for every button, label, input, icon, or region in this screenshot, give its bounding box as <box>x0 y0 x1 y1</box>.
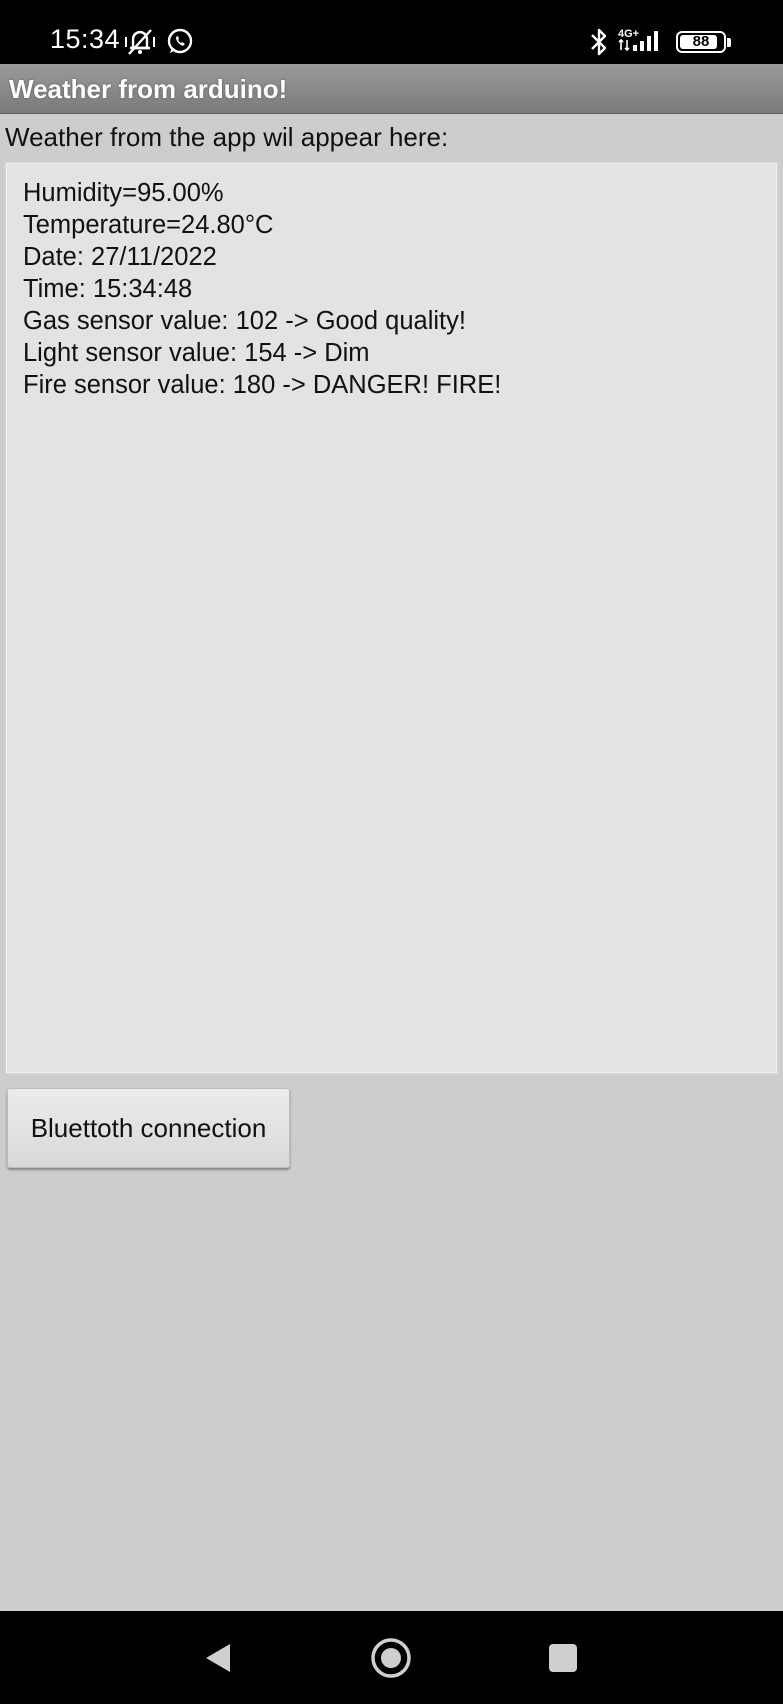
back-icon[interactable] <box>200 1640 236 1676</box>
weather-output-area[interactable]: Humidity=95.00% Temperature=24.80°C Date… <box>4 161 779 1075</box>
output-label: Weather from the app wil appear here: <box>5 122 449 152</box>
output-line-temperature: Temperature=24.80°C <box>23 211 274 239</box>
app-title: Weather from arduino! <box>9 74 288 104</box>
output-line-time: Time: 15:34:48 <box>23 275 193 303</box>
battery-level: 88 <box>692 33 710 50</box>
app-title-bar: Weather from arduino! <box>0 64 783 114</box>
battery-icon: 88 <box>676 31 726 53</box>
silent-mode-icon <box>125 29 155 55</box>
output-line-humidity: Humidity=95.00% <box>23 179 224 207</box>
navigation-bar <box>0 1611 783 1704</box>
bluetooth-icon <box>591 28 607 56</box>
recents-icon[interactable] <box>547 1642 579 1674</box>
bluetooth-connection-button[interactable]: Bluettoth connection <box>7 1088 290 1168</box>
status-bar: 15:34 4G+ 88 <box>0 0 783 64</box>
output-line-fire-sensor: Fire sensor value: 180 -> DANGER! FIRE! <box>23 371 502 399</box>
whatsapp-icon <box>167 28 193 54</box>
battery-tip <box>727 38 731 47</box>
output-line-gas-sensor: Gas sensor value: 102 -> Good quality! <box>23 307 466 335</box>
svg-text:4G+: 4G+ <box>618 28 639 40</box>
status-time: 15:34 <box>50 24 121 54</box>
signal-icon: 4G+ <box>618 28 658 52</box>
output-line-light-sensor: Light sensor value: 154 -> Dim <box>23 339 370 367</box>
output-line-date: Date: 27/11/2022 <box>23 243 217 271</box>
home-icon[interactable] <box>369 1636 413 1680</box>
